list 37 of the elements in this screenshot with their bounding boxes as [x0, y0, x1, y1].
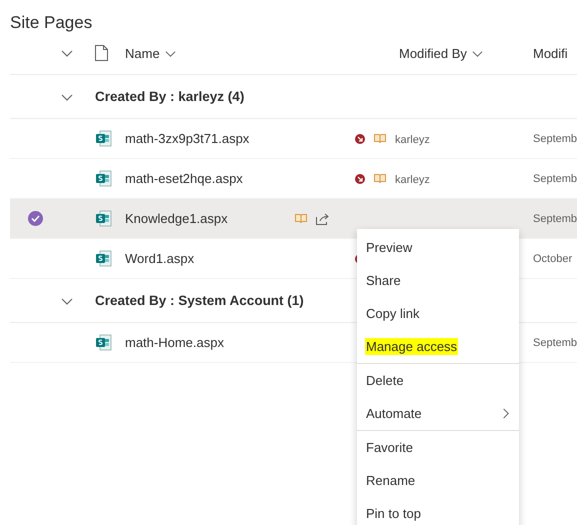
checked-out-icon	[355, 134, 365, 144]
document-icon	[95, 45, 108, 61]
modified-date: October	[533, 252, 574, 264]
modified-date: Septemb	[533, 336, 577, 348]
file-name[interactable]: Knowledge1.aspx	[125, 211, 295, 226]
modified-date: Septemb	[533, 212, 577, 224]
sharepoint-page-icon	[95, 334, 112, 351]
file-name[interactable]: Word1.aspx	[125, 251, 295, 266]
menu-item[interactable]: Copy link	[357, 297, 519, 330]
selected-check-icon[interactable]	[28, 211, 43, 226]
modified-date: Septemb	[533, 172, 577, 184]
column-header[interactable]: Modified By	[399, 46, 533, 60]
share-icon[interactable]	[316, 212, 330, 224]
menu-item[interactable]: Share	[357, 264, 519, 297]
page-title: Site Pages	[9, 12, 94, 32]
column-header[interactable]: Name	[125, 46, 399, 60]
menu-item[interactable]: Delete	[357, 364, 519, 397]
modified-date: Septemb	[533, 132, 577, 144]
sharepoint-page-icon	[95, 130, 112, 147]
menu-item[interactable]: Automate	[357, 397, 519, 430]
modified-by: karleyz	[395, 134, 430, 146]
checked-out-icon	[355, 174, 365, 184]
sharepoint-page-icon	[95, 170, 112, 187]
group-header[interactable]: Created By : System Account (1)	[95, 293, 304, 308]
menu-item[interactable]: Rename	[357, 464, 519, 497]
modified-by: karleyz	[395, 174, 430, 186]
menu-item[interactable]: Pin to top	[357, 497, 519, 525]
file-name[interactable]: math-3zx9p3t71.aspx	[125, 131, 295, 146]
sharepoint-page-icon	[95, 210, 112, 227]
sharepoint-page-icon	[95, 250, 112, 267]
menu-item[interactable]: Manage access	[357, 330, 519, 363]
column-header[interactable]: Modifi	[533, 46, 577, 60]
group-header[interactable]: Created By : karleyz (4)	[95, 89, 244, 104]
file-name[interactable]: math-Home.aspx	[125, 335, 295, 350]
file-name[interactable]: math-eset2hqe.aspx	[125, 171, 295, 186]
menu-item[interactable]: Favorite	[357, 431, 519, 464]
menu-item[interactable]: Preview	[357, 231, 519, 264]
